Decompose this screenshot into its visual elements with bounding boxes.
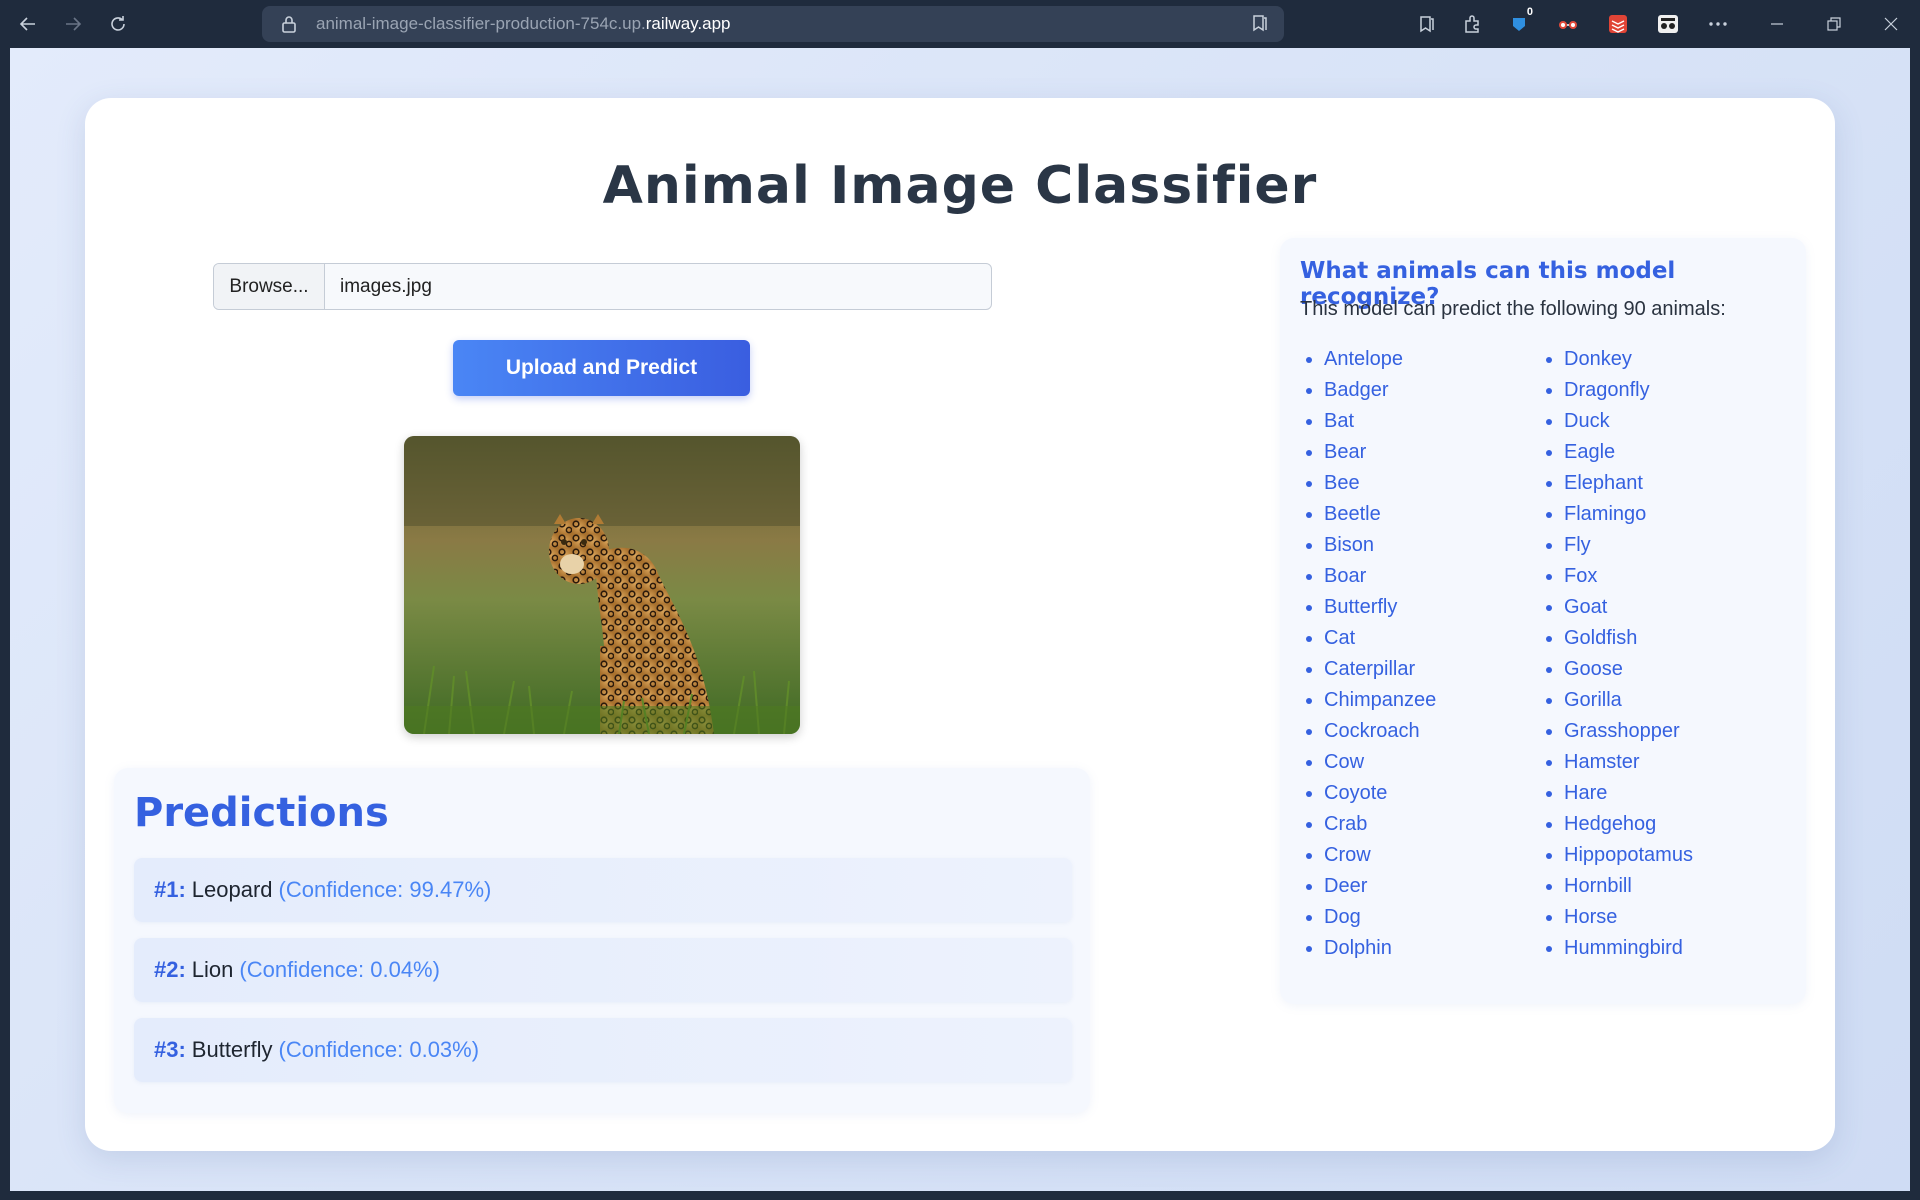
animal-list-item: Fly [1540,532,1693,563]
prediction-item: #1: Leopard (Confidence: 99.47%) [134,858,1072,922]
collections-icon[interactable] [1412,10,1440,38]
animal-list-item: Bat [1300,408,1436,439]
supported-animals-description: This model can predict the following 90 … [1300,298,1726,320]
animal-list-item: Butterfly [1300,594,1436,625]
todoist-icon[interactable] [1604,10,1632,38]
animal-list-item: Chimpanzee [1300,687,1436,718]
incognito-icon[interactable] [1654,10,1682,38]
prediction-label: Butterfly [191,1037,273,1062]
animal-list-item: Dog [1300,904,1436,935]
animal-list-item: Goat [1540,594,1693,625]
animal-list-item: Boar [1300,563,1436,594]
animal-list-item: Dolphin [1300,935,1436,966]
animal-list-item: Elephant [1540,470,1693,501]
url-host: railway.app [645,14,731,33]
extensions-icon[interactable] [1458,10,1486,38]
url-prefix: animal-image-classifier-production-754c.… [316,14,646,33]
animal-list-item: Bear [1300,439,1436,470]
animal-list-item: Badger [1300,377,1436,408]
animal-list-item: Caterpillar [1300,656,1436,687]
animal-list-item: Deer [1300,873,1436,904]
file-input[interactable]: Browse... images.jpg [213,263,992,310]
minimize-icon [1771,23,1783,25]
animal-list-item: Goose [1540,656,1693,687]
animal-list-item: Cockroach [1300,718,1436,749]
animal-list-column-1: Antelope Badger Bat Bear Bee Beetle Bison Boar B… [1300,346,1436,966]
supported-animals-panel: What animals can this model recognize? T… [1280,238,1806,1004]
more-menu-icon[interactable] [1704,10,1732,38]
prediction-label: Leopard [191,877,273,902]
animal-list-item: Crab [1300,811,1436,842]
predictions-heading: Predictions [134,790,389,836]
page-title: Animal Image Classifier [602,156,1318,216]
animal-list-item: Horse [1540,904,1693,935]
animal-list-item: Crow [1300,842,1436,873]
prediction-confidence: (Confidence: 0.03%) [278,1037,480,1062]
animal-list-item: Duck [1540,408,1693,439]
minimize-button[interactable] [1757,8,1797,40]
prediction-confidence: (Confidence: 99.47%) [278,877,492,902]
animal-list-item: Eagle [1540,439,1693,470]
animal-list-item: Fox [1540,563,1693,594]
animal-list-item: Hornbill [1540,873,1693,904]
animal-list-column-2: Donkey Dragonfly Duck Eagle Elephant Flamingo… [1540,346,1693,966]
page-viewport: Animal Image Classifier Browse... images… [10,48,1910,1191]
animal-list-item: Flamingo [1540,501,1693,532]
restore-button[interactable] [1814,8,1854,40]
selected-file-name: images.jpg [340,275,432,297]
refresh-icon [111,16,125,31]
extension-badge-count: 0 [1524,6,1535,18]
animal-list-item: Hare [1540,780,1693,811]
main-card: Animal Image Classifier Browse... images… [85,98,1835,1151]
animal-list-item: Antelope [1300,346,1436,377]
animal-list-item: Bee [1300,470,1436,501]
animal-list-item: Hedgehog [1540,811,1693,842]
close-icon [1884,17,1898,31]
animal-list-item: Coyote [1300,780,1436,811]
animal-list-item: Hamster [1540,749,1693,780]
animal-list-item: Donkey [1540,346,1693,377]
close-button[interactable] [1871,8,1911,40]
forward-button[interactable] [57,8,89,40]
uploaded-leopard-image [404,436,800,734]
reading-view-icon[interactable] [1250,13,1272,35]
animal-list-item: Dragonfly [1540,377,1693,408]
animal-list-item: Hummingbird [1540,935,1693,966]
back-button[interactable] [12,8,44,40]
upload-and-predict-button[interactable]: Upload and Predict [453,340,750,396]
arrow-left-icon [19,17,35,31]
animal-list-item: Beetle [1300,501,1436,532]
glasses-extension-icon[interactable] [1554,10,1582,38]
browse-button[interactable]: Browse... [214,264,325,309]
lock-icon [278,13,300,35]
prediction-confidence: (Confidence: 0.04%) [239,957,440,982]
animal-list-item: Cow [1300,749,1436,780]
address-bar[interactable]: animal-image-classifier-production-754c.… [262,6,1284,42]
animal-list-item: Hippopotamus [1540,842,1693,873]
prediction-item: #3: Butterfly (Confidence: 0.03%) [134,1018,1072,1082]
animal-list-item: Gorilla [1540,687,1693,718]
restore-icon [1827,17,1841,31]
browser-toolbar: animal-image-classifier-production-754c.… [0,0,1920,48]
animal-list-item: Bison [1300,532,1436,563]
animal-list-item: Grasshopper [1540,718,1693,749]
predictions-panel: Predictions #1: Leopard (Confidence: 99.… [114,768,1090,1113]
reload-button[interactable] [102,8,134,40]
prediction-rank: #2: [154,957,186,982]
prediction-rank: #1: [154,877,186,902]
prediction-label: Lion [191,957,234,982]
prediction-item: #2: Lion (Confidence: 0.04%) [134,938,1072,1002]
extension-badge-icon[interactable]: 0 [1505,6,1535,38]
prediction-rank: #3: [154,1037,186,1062]
arrow-right-icon [66,17,82,31]
animal-list-item: Cat [1300,625,1436,656]
animal-list-item: Goldfish [1540,625,1693,656]
